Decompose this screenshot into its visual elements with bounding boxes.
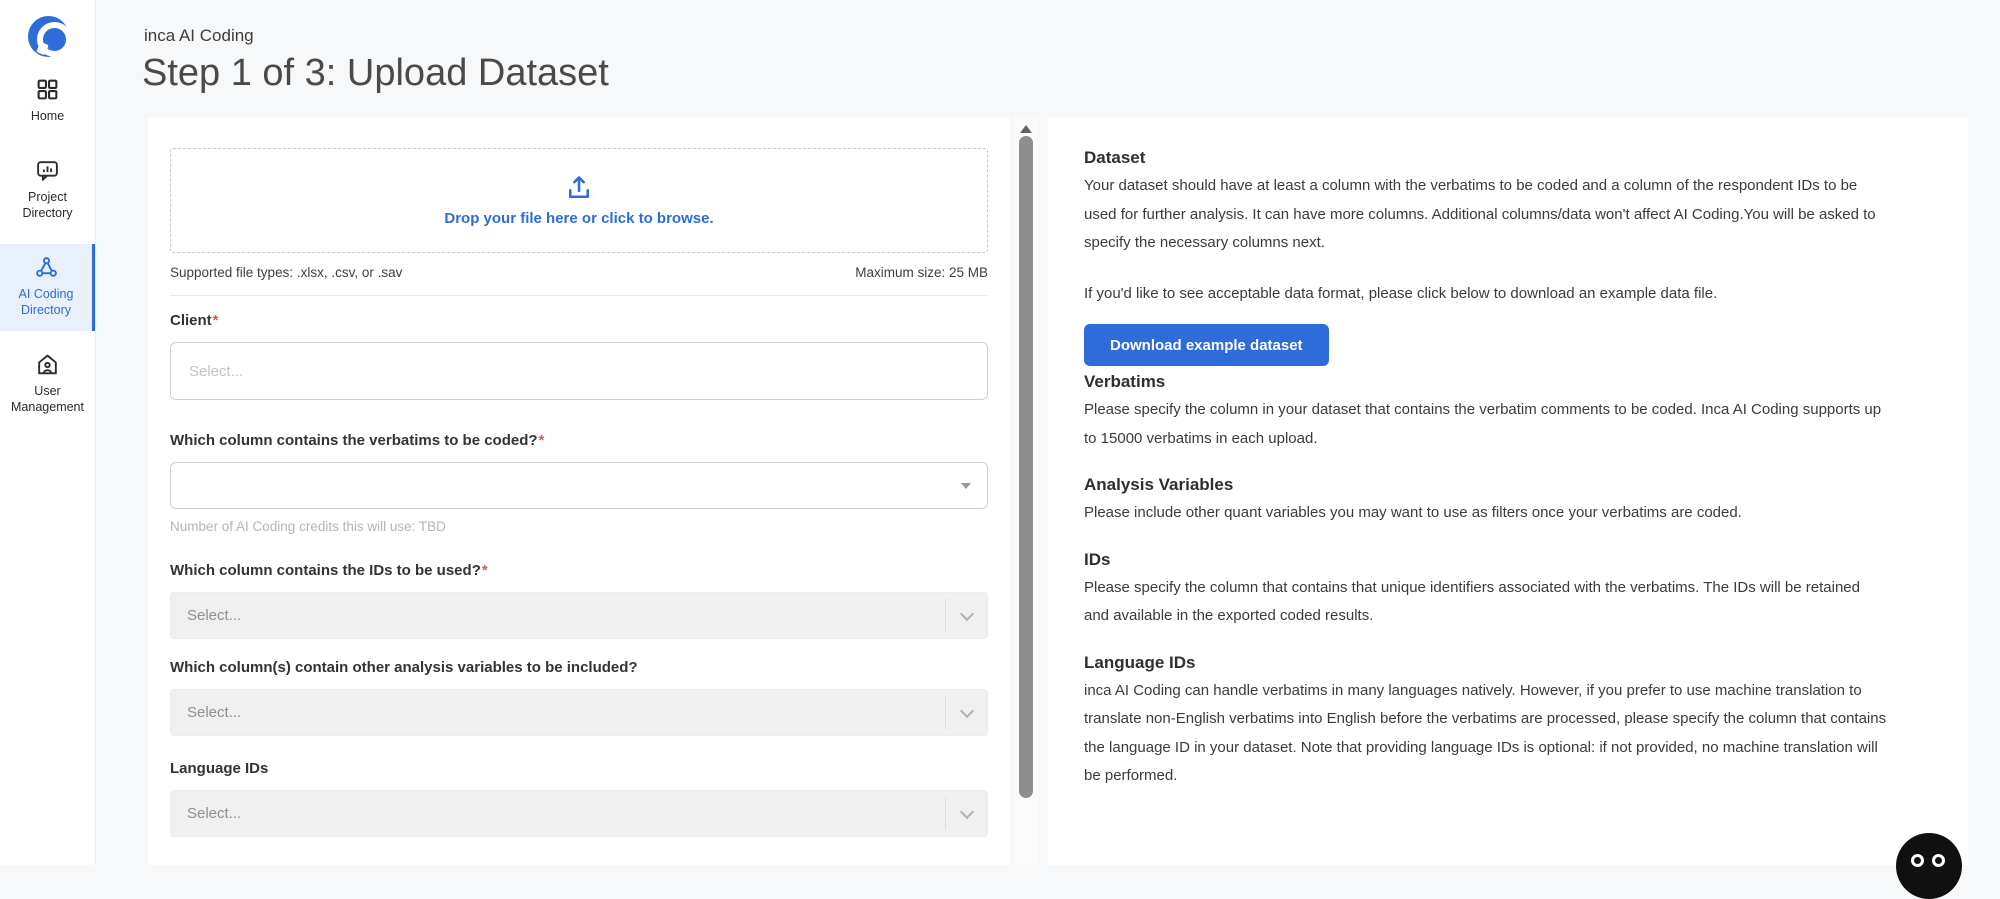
dataset-description: Your dataset should have at least a colu…	[1084, 172, 1888, 258]
chat-widget-eyes-icon	[1932, 854, 1945, 867]
help-panel: Dataset Your dataset should have at leas…	[1048, 118, 1968, 865]
ids-heading: IDs	[1084, 550, 1888, 570]
ids-column-select[interactable]: Select...	[170, 592, 988, 639]
file-dropzone[interactable]: Drop your file here or click to browse.	[170, 148, 988, 253]
sidebar-nav: Home Project Directory AI Coding Directo…	[0, 66, 95, 428]
language-ids-label: Language IDs	[170, 760, 988, 777]
required-asterisk: *	[213, 312, 219, 329]
sidebar-item-ai-coding-directory[interactable]: AI Coding Directory	[0, 244, 95, 331]
upload-icon	[565, 174, 593, 202]
chevron-down-icon	[959, 606, 973, 620]
max-file-size: Maximum size: 25 MB	[855, 265, 988, 280]
verbatims-column-select[interactable]	[170, 462, 988, 509]
credits-note: Number of AI Coding credits this will us…	[170, 519, 988, 534]
language-select-placeholder: Select...	[187, 805, 241, 822]
chevron-down-icon	[959, 804, 973, 818]
sidebar-item-label: User Management	[3, 383, 92, 416]
caret-down-icon	[961, 483, 971, 489]
home-grid-icon	[35, 77, 60, 102]
upload-form-panel: Drop your file here or click to browse. …	[148, 118, 1010, 865]
scroll-up-arrow-icon[interactable]	[1020, 125, 1032, 133]
page-title: Step 1 of 3: Upload Dataset	[142, 52, 609, 95]
client-label-text: Client	[170, 312, 212, 329]
ids-select-placeholder: Select...	[187, 607, 241, 624]
verbatims-description: Please specify the column in your datase…	[1084, 396, 1888, 453]
required-asterisk: *	[482, 562, 488, 579]
chevron-down-icon	[959, 703, 973, 717]
download-prompt: If you'd like to see acceptable data for…	[1084, 280, 1888, 309]
language-ids-heading: Language IDs	[1084, 653, 1888, 673]
sidebar-item-label: Project Directory	[3, 189, 92, 222]
house-user-icon	[35, 352, 60, 377]
scrollbar-thumb[interactable]	[1019, 136, 1033, 798]
app-logo-icon[interactable]	[28, 16, 69, 57]
select-divider	[945, 797, 987, 830]
app-name: inca AI Coding	[144, 26, 254, 46]
sidebar-item-label: Home	[31, 108, 64, 125]
language-ids-description: inca AI Coding can handle verbatims in m…	[1084, 677, 1888, 791]
client-label: Client*	[170, 312, 988, 329]
download-example-dataset-button[interactable]: Download example dataset	[1084, 324, 1329, 366]
sidebar-item-home[interactable]: Home	[0, 66, 95, 137]
client-select-placeholder: Select...	[189, 363, 243, 380]
sidebar: Home Project Directory AI Coding Directo…	[0, 0, 96, 865]
verbatims-column-label-text: Which column contains the verbatims to b…	[170, 432, 538, 449]
select-divider	[945, 696, 987, 729]
sidebar-item-user-management[interactable]: User Management	[0, 341, 95, 428]
supported-file-types: Supported file types: .xlsx, .csv, or .s…	[170, 265, 402, 280]
network-nodes-icon	[34, 255, 59, 280]
form-scrollbar	[1014, 118, 1038, 865]
ids-column-label-text: Which column contains the IDs to be used…	[170, 562, 481, 579]
ids-column-label: Which column contains the IDs to be used…	[170, 562, 988, 579]
dataset-heading: Dataset	[1084, 148, 1888, 168]
analysis-columns-select[interactable]: Select...	[170, 689, 988, 736]
ids-description: Please specify the column that contains …	[1084, 574, 1888, 631]
sidebar-item-project-directory[interactable]: Project Directory	[0, 147, 95, 234]
analysis-variables-description: Please include other quant variables you…	[1084, 499, 1888, 528]
required-asterisk: *	[539, 432, 545, 449]
verbatims-heading: Verbatims	[1084, 372, 1888, 392]
verbatims-column-label: Which column contains the verbatims to b…	[170, 432, 988, 449]
analysis-columns-label: Which column(s) contain other analysis v…	[170, 659, 988, 676]
language-ids-select[interactable]: Select...	[170, 790, 988, 837]
chart-bubble-icon	[35, 158, 60, 183]
select-divider	[945, 599, 987, 632]
analysis-select-placeholder: Select...	[187, 704, 241, 721]
file-requirements-row: Supported file types: .xlsx, .csv, or .s…	[170, 265, 988, 296]
analysis-variables-heading: Analysis Variables	[1084, 475, 1888, 495]
client-select[interactable]: Select...	[170, 342, 988, 400]
chat-widget-eyes-icon	[1911, 854, 1924, 867]
sidebar-item-label: AI Coding Directory	[3, 286, 89, 319]
chat-widget-button[interactable]	[1896, 833, 1962, 899]
dropzone-label: Drop your file here or click to browse.	[444, 210, 713, 227]
